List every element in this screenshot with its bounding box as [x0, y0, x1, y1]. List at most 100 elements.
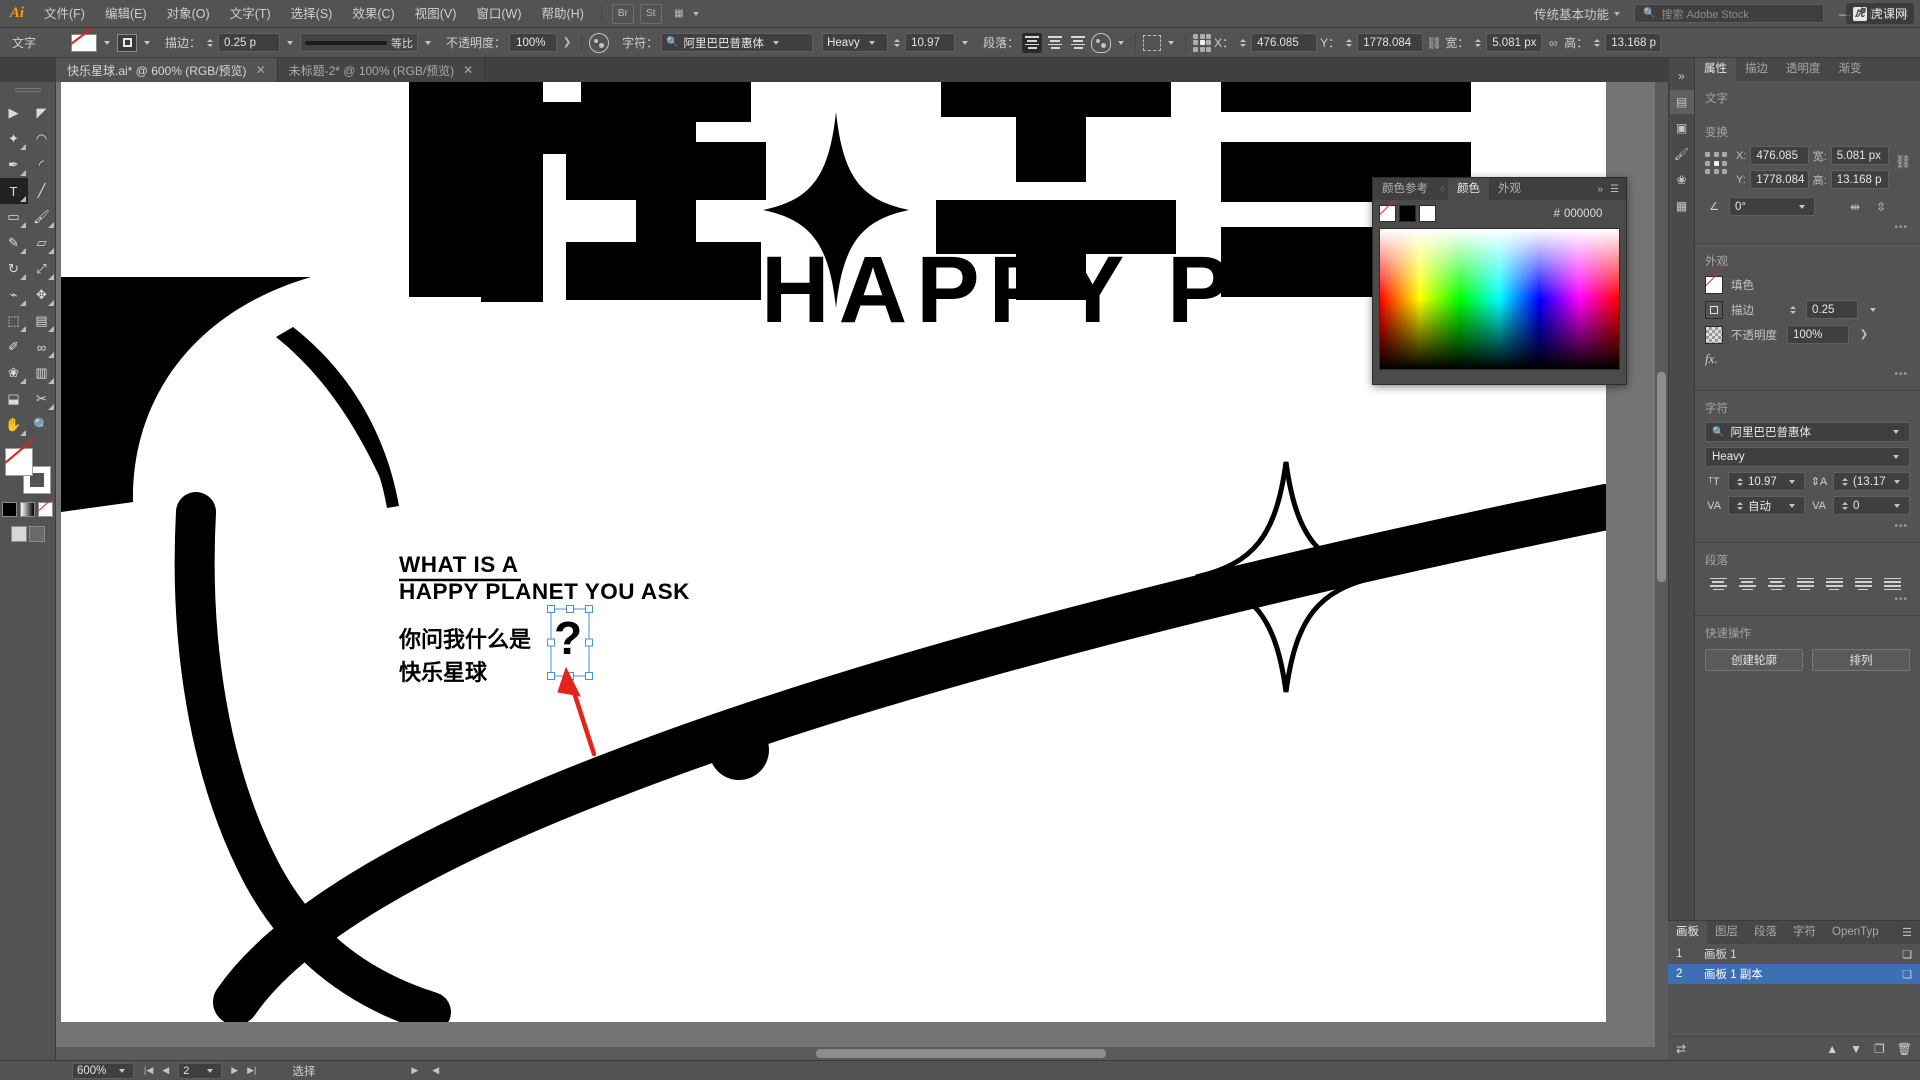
x-stepper[interactable] — [1237, 38, 1248, 47]
free-transform-tool[interactable]: ✥ — [28, 282, 56, 308]
tab-stroke[interactable]: 描边 — [1736, 58, 1777, 81]
menu-select[interactable]: 选择(S) — [281, 0, 343, 28]
artboard-number-field[interactable]: 2 — [178, 1062, 223, 1079]
document-tab-active[interactable]: 快乐星球.ai* @ 600% (RGB/预览) ✕ — [56, 58, 278, 82]
artboard-row[interactable]: 1 画板 1 ❏ — [1668, 944, 1920, 964]
justify-all-button[interactable] — [1879, 574, 1905, 594]
menu-type[interactable]: 文字(T) — [220, 0, 281, 28]
appearance-more-options-icon[interactable]: ••• — [1695, 369, 1920, 384]
gradient-fill-button[interactable] — [20, 502, 35, 517]
align-right-button[interactable] — [1068, 33, 1088, 53]
justify-last-center-button[interactable] — [1821, 574, 1847, 594]
tab-color-guide[interactable]: 颜色参考 — [1373, 178, 1437, 200]
stroke-swatch[interactable] — [1705, 300, 1723, 319]
panel-menu-icon[interactable]: ☰ — [1902, 926, 1920, 939]
move-down-icon[interactable]: ▼ — [1850, 1042, 1862, 1056]
rectangle-tool[interactable]: ▭ — [0, 204, 28, 230]
tab-layers[interactable]: 图层 — [1707, 921, 1746, 944]
height-field[interactable]: 13.168 p — [1830, 170, 1889, 189]
lasso-tool[interactable]: ◠ — [28, 126, 56, 152]
fill-color-swatch[interactable] — [71, 33, 97, 52]
menu-window[interactable]: 窗口(W) — [466, 0, 531, 28]
justify-last-right-button[interactable] — [1850, 574, 1876, 594]
tab-opentype[interactable]: OpenTyp — [1824, 921, 1887, 944]
new-artboard-icon[interactable]: ❐ — [1874, 1042, 1885, 1056]
leading-stepper[interactable] — [1839, 477, 1850, 486]
height-stepper[interactable] — [1591, 38, 1602, 47]
font-size-stepper[interactable] — [1734, 477, 1745, 486]
flip-vertical-button[interactable]: ⇳ — [1871, 197, 1891, 216]
align-left-button[interactable] — [1022, 32, 1043, 53]
character-more-options-icon[interactable]: ••• — [1695, 515, 1920, 536]
selection-tool[interactable]: ▶ — [0, 100, 28, 126]
font-style-select[interactable]: Heavy — [1705, 447, 1910, 467]
menu-view[interactable]: 视图(V) — [405, 0, 467, 28]
rail-swatches-icon[interactable]: ▦ — [1670, 194, 1694, 218]
panel-menu-icon[interactable]: ☰ — [1610, 184, 1619, 195]
tracking-field[interactable]: 0 — [1833, 496, 1910, 515]
x-field[interactable]: 476.085 — [1750, 146, 1809, 165]
leading-field[interactable]: (13.17 — [1833, 472, 1910, 491]
font-size-chevron-down-icon[interactable] — [958, 34, 972, 52]
tab-artboards[interactable]: 画板 — [1668, 921, 1707, 944]
opacity-expand-icon[interactable]: ❯ — [560, 34, 574, 52]
type-tool[interactable]: T — [0, 178, 28, 204]
stock-search-field[interactable]: 🔍 搜索 Adobe Stock — [1634, 4, 1824, 23]
blend-tool[interactable]: ∞ — [28, 334, 56, 360]
tab-transparency[interactable]: 透明度 — [1777, 58, 1830, 81]
stroke-weight-stepper[interactable] — [1787, 305, 1798, 314]
constrain-proportions-icon[interactable]: ⛓ — [1895, 146, 1912, 170]
shaper-tool[interactable]: ✎ — [0, 230, 28, 256]
flip-horizontal-button[interactable]: ⇹ — [1845, 197, 1865, 216]
color-white-swatch[interactable] — [1419, 205, 1436, 222]
align-left-button[interactable] — [1705, 574, 1731, 594]
pen-tool[interactable]: ✒ — [0, 152, 28, 178]
opacity-expand-icon[interactable]: ❯ — [1857, 326, 1871, 344]
font-size-field[interactable]: 10.97 — [905, 33, 956, 52]
fill-swatch[interactable] — [1705, 276, 1723, 294]
column-graph-tool[interactable]: ▥ — [28, 360, 56, 386]
menu-help[interactable]: 帮助(H) — [532, 0, 594, 28]
arrange-button[interactable]: 排列 — [1812, 649, 1910, 671]
tracking-stepper[interactable] — [1839, 501, 1850, 510]
constrain-proportions-icon[interactable]: ⛓ — [1426, 34, 1442, 52]
width-field[interactable]: 5.081 px — [1830, 146, 1889, 165]
text-wrap-icon[interactable] — [1091, 32, 1112, 53]
width-tool[interactable]: ⌁ — [0, 282, 28, 308]
shape-builder-tool[interactable]: ⬚ — [0, 308, 28, 334]
angle-field[interactable]: 0° — [1729, 197, 1815, 216]
direct-selection-tool[interactable]: ◤ — [28, 100, 56, 126]
fill-indicator[interactable] — [4, 448, 33, 476]
stroke-weight-stepper[interactable] — [204, 38, 215, 47]
align-right-button[interactable] — [1763, 574, 1789, 594]
vertical-scroll-thumb[interactable] — [1657, 372, 1666, 582]
font-style-select[interactable]: Heavy — [822, 33, 889, 52]
move-up-icon[interactable]: ▲ — [1826, 1042, 1838, 1056]
none-fill-button[interactable] — [38, 502, 53, 517]
create-outlines-button[interactable]: 创建轮廓 — [1705, 649, 1803, 671]
recolor-artwork-icon[interactable] — [589, 32, 610, 53]
color-black-swatch[interactable] — [1399, 205, 1416, 222]
y-field[interactable]: 1778.084 — [1750, 170, 1809, 189]
slice-tool[interactable]: ✂ — [28, 386, 56, 412]
menu-effect[interactable]: 效果(C) — [342, 0, 404, 28]
next-artboard-icon[interactable]: ▶ — [231, 1065, 238, 1076]
status-next-icon[interactable]: ▶ — [411, 1065, 418, 1076]
stroke-weight-chevron-down-icon[interactable] — [1866, 301, 1880, 319]
effects-button[interactable]: fx. — [1695, 347, 1920, 369]
transform-select-icon[interactable] — [1143, 34, 1162, 51]
stroke-profile-select[interactable]: 等比 — [300, 33, 419, 52]
document-tab-inactive[interactable]: 未标题-2* @ 100% (RGB/预览) ✕ — [277, 58, 486, 82]
tab-color[interactable]: 颜色 — [1448, 178, 1489, 200]
fill-stroke-indicator[interactable] — [4, 448, 51, 494]
tab-properties[interactable]: 属性 — [1695, 58, 1736, 81]
stroke-color-swatch[interactable] — [117, 33, 137, 52]
tab-gradient[interactable]: 渐变 — [1830, 58, 1871, 81]
paragraph-more-options-icon[interactable]: ••• — [1695, 594, 1920, 609]
canvas-vertical-scrollbar[interactable] — [1655, 82, 1668, 1060]
gradient-tool[interactable]: ▤ — [28, 308, 56, 334]
symbol-sprayer-tool[interactable]: ❀ — [0, 360, 28, 386]
collapse-icon[interactable]: » — [1597, 184, 1603, 195]
tab-character[interactable]: 字符 — [1785, 921, 1824, 944]
stock-icon[interactable]: St — [639, 3, 662, 24]
